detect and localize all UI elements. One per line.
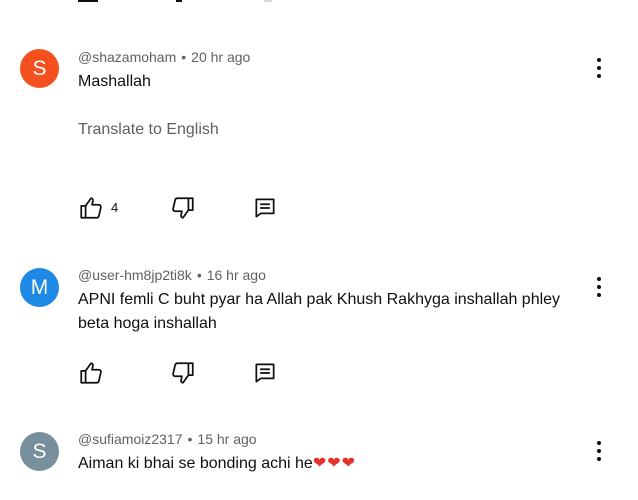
dislike-button[interactable] (170, 195, 196, 221)
like-count: 4 (111, 200, 119, 215)
thumb-up-icon (80, 197, 102, 219)
comment-text: APNI femli C buht pyar ha Allah pak Khus… (78, 291, 561, 332)
author-handle[interactable]: @user-hm8jp2ti8k (78, 267, 192, 283)
author-handle[interactable]: @shazamoham (78, 49, 176, 65)
meta-separator: • (181, 49, 187, 65)
comment-text: Mashallah (78, 73, 151, 90)
comment-text-content: Aiman ki bhai se bonding achi he (78, 455, 313, 472)
previous-comment-actions (78, 0, 278, 2)
dislike-button[interactable] (170, 360, 196, 386)
comment-meta: @user-hm8jp2ti8k • 16 hr ago (78, 267, 266, 283)
comment-time[interactable]: 16 hr ago (207, 267, 266, 283)
meta-separator: • (187, 431, 193, 447)
comments-panel: S @shazamoham • 20 hr ago Mashallah Transl… (0, 0, 638, 500)
avatar[interactable]: M (20, 268, 59, 307)
comment-meta: @shazamoham • 20 hr ago (78, 49, 250, 65)
reply-button[interactable] (252, 195, 278, 221)
avatar[interactable]: S (20, 49, 59, 88)
thumb-up-icon (80, 362, 102, 384)
more-vert-icon[interactable] (588, 274, 610, 300)
reply-comment-icon (255, 363, 275, 383)
reply-comment-icon (255, 198, 275, 218)
comment-text: Aiman ki bhai se bonding achi he❤❤❤ (78, 452, 578, 476)
heart-emoji: ❤❤❤ (312, 455, 357, 472)
thumb-down-icon (172, 362, 194, 384)
like-button[interactable] (78, 195, 104, 221)
like-button[interactable] (78, 360, 104, 386)
comment-time[interactable]: 15 hr ago (197, 431, 256, 447)
meta-separator: • (196, 267, 202, 283)
reply-icon-partial[interactable] (264, 0, 272, 2)
comment-actions: 4 (78, 195, 338, 223)
more-vert-icon[interactable] (588, 55, 610, 81)
comment-time[interactable]: 20 hr ago (191, 49, 250, 65)
translate-link[interactable]: Translate to English (78, 121, 219, 139)
author-handle[interactable]: @sufiamoiz2317 (78, 431, 183, 447)
more-vert-icon[interactable] (588, 438, 610, 464)
avatar[interactable]: S (20, 432, 59, 471)
thumb-down-icon (172, 197, 194, 219)
comment-actions (78, 360, 338, 388)
comment-meta: @sufiamoiz2317 • 15 hr ago (78, 431, 257, 447)
reply-button[interactable] (252, 360, 278, 386)
like-icon-partial[interactable] (78, 0, 98, 2)
dislike-icon-partial[interactable] (176, 0, 182, 2)
